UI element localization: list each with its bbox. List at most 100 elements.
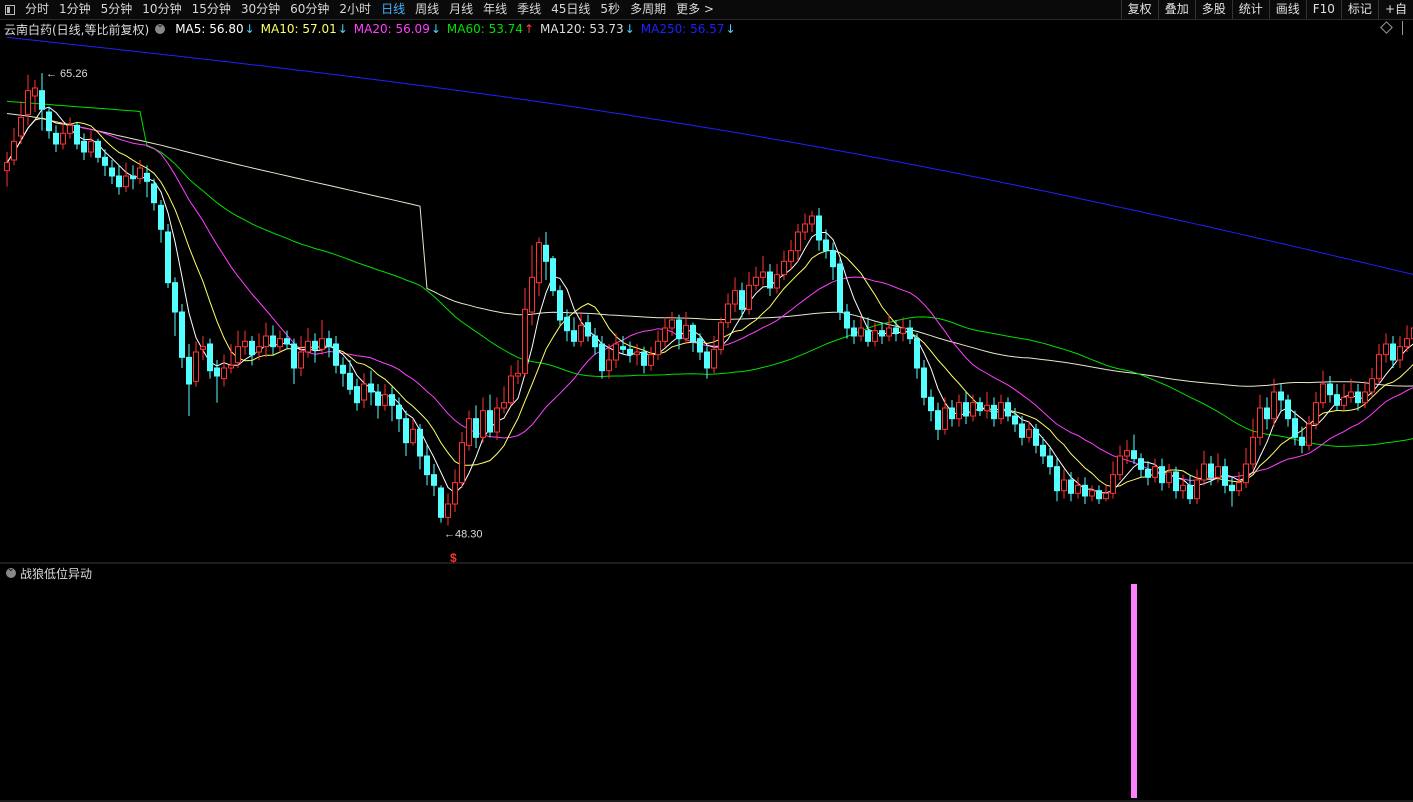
candle-up <box>760 271 766 278</box>
candle-down <box>1173 471 1179 492</box>
candle-up <box>18 116 24 137</box>
candle-down <box>172 282 178 313</box>
candle-down <box>865 330 871 342</box>
candle-down <box>837 263 843 313</box>
candle-down <box>375 391 381 406</box>
candle-up <box>872 330 878 342</box>
candle-down <box>823 239 829 252</box>
candle-up <box>1320 383 1326 404</box>
candle-up <box>501 402 507 409</box>
candle-down <box>928 396 934 412</box>
candle-up <box>669 319 675 329</box>
candle-up <box>1348 391 1354 398</box>
candle-down <box>403 418 409 444</box>
candle-up <box>1306 423 1312 446</box>
candle-up <box>1369 378 1375 393</box>
candle-up <box>858 327 864 337</box>
candle-up <box>529 276 535 313</box>
candle-down <box>767 271 773 289</box>
candle-down <box>179 311 185 358</box>
candle-up <box>900 327 906 334</box>
candle-down <box>830 250 836 268</box>
candle-up <box>781 260 787 276</box>
candle-down <box>81 140 87 153</box>
sub-panel-legend: 战狼低位异动 <box>0 564 92 581</box>
candle-down <box>851 327 857 337</box>
candle-down <box>1264 407 1270 420</box>
candle-down <box>676 319 682 340</box>
candle-up <box>382 394 388 406</box>
candle-up <box>25 90 31 116</box>
candle-up <box>1166 471 1172 484</box>
candle-down <box>1229 484 1235 492</box>
candle-up <box>1194 479 1200 500</box>
candle-up <box>221 367 227 380</box>
candle-down <box>130 175 136 180</box>
candle-up <box>1026 428 1032 438</box>
candle-up <box>235 346 241 364</box>
candle-down <box>340 364 346 374</box>
candle-up <box>662 327 668 342</box>
candle-up <box>1362 391 1368 404</box>
candle-down <box>1285 399 1291 420</box>
candle-down <box>949 407 955 420</box>
candle-up <box>802 223 808 233</box>
candle-up <box>60 132 66 145</box>
candle-up <box>1152 466 1158 478</box>
candle-up <box>788 250 794 262</box>
candle-up <box>718 322 724 350</box>
candle-down <box>270 335 276 348</box>
candle-down <box>1040 444 1046 457</box>
candle-up <box>1201 463 1207 481</box>
candle-down <box>585 322 591 337</box>
candle-up <box>683 324 689 340</box>
candle-down <box>214 367 220 377</box>
candle-down <box>1005 402 1011 417</box>
candle-up <box>1180 484 1186 492</box>
candle-up <box>193 351 199 382</box>
candle-down <box>368 383 374 393</box>
candle-down <box>158 204 164 230</box>
candle-down <box>1068 479 1074 494</box>
candle-down <box>165 231 171 284</box>
candle-up <box>256 346 262 353</box>
candle-down <box>641 351 647 366</box>
candle-down <box>935 410 941 430</box>
candle-up <box>732 290 738 305</box>
candle-down <box>963 402 969 417</box>
candle-down <box>144 172 150 182</box>
sub-settings-icon[interactable] <box>6 564 16 578</box>
candle-up <box>634 351 640 356</box>
candle-down <box>186 356 192 385</box>
candle-down <box>347 372 353 390</box>
candle-up <box>1243 463 1249 484</box>
candle-up <box>1257 407 1263 438</box>
candle-down <box>907 327 913 340</box>
candle-up <box>984 404 990 412</box>
candle-up <box>746 284 752 310</box>
candle-up <box>655 340 661 356</box>
candle-up <box>1061 479 1067 492</box>
candle-up <box>578 324 584 342</box>
candle-up <box>613 343 619 361</box>
candle-up <box>480 410 486 438</box>
candle-down <box>46 111 52 132</box>
candle-up <box>1250 436 1256 465</box>
candle-up <box>1075 484 1081 494</box>
candle-up <box>1376 354 1382 380</box>
candle-up <box>4 162 10 172</box>
candle-down <box>1047 455 1053 468</box>
ma10-line <box>6 117 1413 488</box>
candle-down <box>550 258 556 292</box>
candle-up <box>1124 450 1130 457</box>
candle-down <box>438 487 444 518</box>
candle-up <box>494 407 500 433</box>
candle-down <box>1096 490 1102 500</box>
candle-down <box>417 428 423 457</box>
candle-down <box>1187 484 1193 500</box>
candle-up <box>410 428 416 444</box>
candle-down <box>389 394 395 406</box>
candle-down <box>921 367 927 398</box>
candle-up <box>753 276 759 286</box>
candle-down <box>564 316 570 332</box>
